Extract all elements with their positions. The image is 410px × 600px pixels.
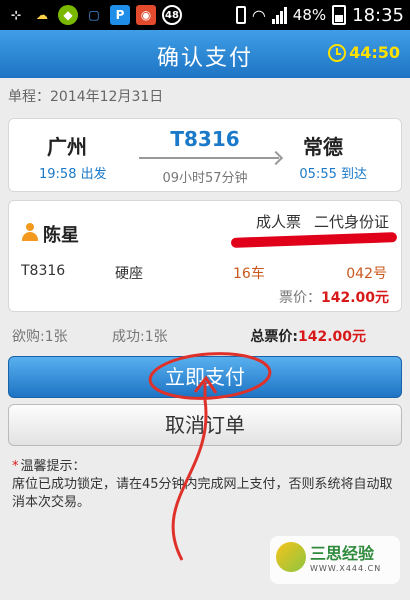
- seat-class: 硬座: [115, 266, 143, 282]
- watermark-logo-icon: [276, 542, 306, 572]
- wifi-icon: ◠: [251, 5, 266, 25]
- order-summary: 欲购:1张 成功:1张 总票价:142.00元: [0, 326, 410, 346]
- battery-percent: 48%: [292, 6, 327, 24]
- countdown-timer: 44:50: [328, 43, 400, 62]
- weather-icon: ☁: [36, 8, 48, 22]
- person-icon: [21, 223, 39, 241]
- success-count: 成功:1张: [112, 329, 168, 345]
- status-time: 18:35: [352, 4, 404, 26]
- ticket-price-label: 票价：: [278, 290, 321, 306]
- watermark-name: 三思经验: [310, 544, 375, 563]
- passenger-name: 陈星: [43, 225, 79, 246]
- countdown-value: 44:50: [349, 43, 400, 62]
- watermark-url: WWW.X444.CN: [310, 564, 382, 573]
- parking-icon: P: [110, 5, 130, 25]
- pay-now-button[interactable]: 立即支付: [8, 356, 402, 398]
- seat-number: 042号: [346, 266, 387, 282]
- seat-train-number: T8316: [21, 263, 66, 279]
- tips-body: 席位已成功锁定，请在45分钟内完成网上支付，否则系统将自动取消本次交易。: [12, 477, 393, 510]
- notification-icons: ⊹ ☁ ◆ ▢ P ◉ 48: [6, 5, 182, 25]
- signal-icon: [271, 6, 287, 24]
- cancel-order-button[interactable]: 取消订单: [8, 404, 402, 446]
- route-card: 广州 常德 T8316 19:58 出发 05:55 到达 09小时57分钟: [8, 118, 402, 192]
- clock-icon: [328, 43, 347, 62]
- want-count: 欲购:1张: [12, 329, 68, 345]
- trip-duration: 09小时57分钟: [162, 171, 248, 186]
- watermark: 三思经验 WWW.X444.CN: [270, 536, 400, 584]
- ticket-price-value: 142.00元: [320, 290, 389, 306]
- ticket-type: 成人票: [255, 213, 301, 231]
- tips-title-text: 温馨提示：: [20, 459, 86, 474]
- trip-date-value: 2014年12月31日: [50, 89, 164, 105]
- train-number: T8316: [170, 127, 240, 151]
- passenger-card: 陈星 成人票 二代身份证 T8316 硬座 16车 042号 票价：142.00…: [8, 200, 402, 312]
- trip-date-label: 单程：: [8, 89, 50, 105]
- ticket-price: 票价：142.00元: [279, 287, 389, 307]
- tips-title: * 温馨提示：: [12, 458, 398, 476]
- system-status: ◠ 48% 18:35: [235, 4, 404, 26]
- trip-date: 单程：2014年12月31日: [8, 86, 163, 106]
- app-icon: ◆: [58, 5, 78, 25]
- car-number: 16车: [233, 266, 265, 282]
- tips-star: *: [12, 459, 19, 474]
- phone-icon: [235, 6, 246, 24]
- lock-icon: ▢: [88, 8, 100, 22]
- tips-section: * 温馨提示： 席位已成功锁定，请在45分钟内完成网上支付，否则系统将自动取消本次…: [12, 458, 398, 512]
- route-arrow-icon: [139, 157, 279, 159]
- redaction-mark: [230, 232, 398, 248]
- id-type: 二代身份证: [313, 213, 389, 231]
- usb-icon: ⊹: [10, 8, 22, 22]
- title-bar: 确认支付 44:50: [0, 30, 410, 78]
- total-price-label: 总票价:: [250, 329, 298, 345]
- status-bar: ⊹ ☁ ◆ ▢ P ◉ 48 ◠ 48% 18:35: [0, 0, 410, 30]
- badge-icon: 48: [162, 5, 182, 25]
- total-price-value: 142.00元: [297, 329, 366, 345]
- total-price: 总票价:142.00元: [250, 326, 366, 346]
- battery-icon: [332, 5, 347, 25]
- cat-icon: ◉: [136, 5, 156, 25]
